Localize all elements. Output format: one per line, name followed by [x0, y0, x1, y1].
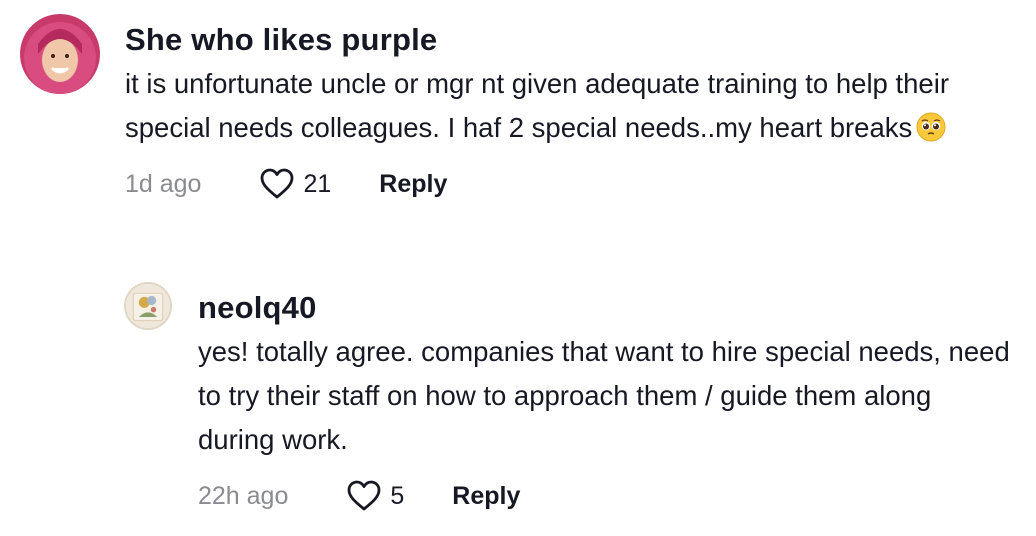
avatar[interactable] [124, 282, 172, 330]
timestamp: 1d ago [125, 169, 202, 198]
comment-body: She who likes purple it is unfortunate u… [125, 20, 1015, 204]
username[interactable]: neolq40 [198, 288, 1014, 328]
username[interactable]: She who likes purple [125, 20, 1015, 60]
like-count: 5 [390, 481, 405, 510]
avatar[interactable] [20, 14, 100, 94]
like-count: 21 [303, 169, 332, 198]
reply-button[interactable]: Reply [379, 170, 447, 199]
pleading-face-emoji-icon [916, 111, 946, 142]
heart-icon[interactable] [259, 167, 295, 201]
heart-icon[interactable] [346, 479, 382, 513]
reply-button[interactable]: Reply [452, 482, 520, 511]
timestamp: 22h ago [198, 481, 289, 510]
like-button[interactable]: 5 [346, 479, 404, 513]
comment-meta: 22h ago 5 Reply [198, 476, 1014, 516]
like-button[interactable]: 21 [259, 167, 331, 201]
comment-text: yes! totally agree. companies that want … [198, 336, 1010, 455]
comment-text-content: it is unfortunate uncle or mgr nt given … [125, 68, 949, 143]
user-avatar-icon [20, 14, 100, 94]
comment-text: it is unfortunate uncle or mgr nt given … [125, 62, 1015, 150]
comment-meta: 1d ago 21 Reply [125, 164, 1015, 204]
user-avatar-icon [126, 284, 170, 328]
comment-body: neolq40 yes! totally agree. companies th… [198, 288, 1014, 516]
